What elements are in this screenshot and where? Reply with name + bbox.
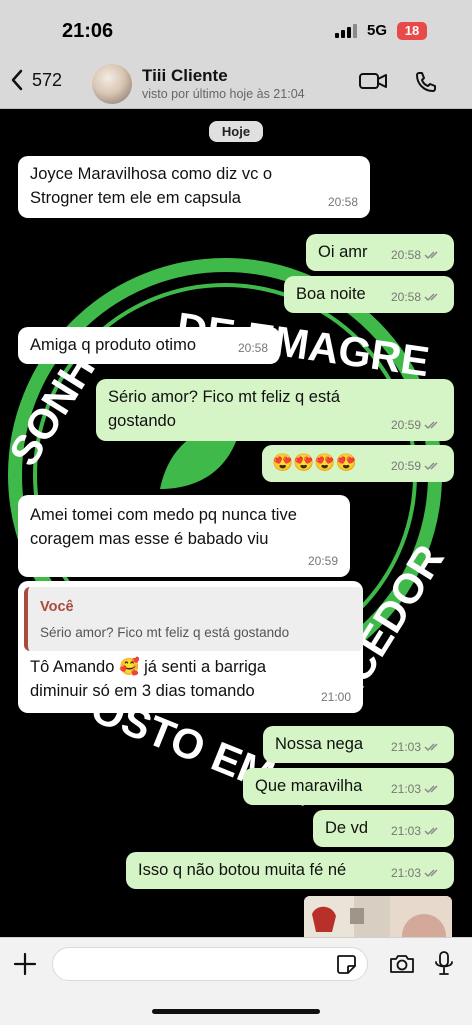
message-text: coragem mas esse é babado viu	[30, 530, 269, 548]
message-text: Strogner tem ele em capsula	[30, 189, 241, 207]
double-check-icon	[424, 785, 438, 794]
photo-thumbnail	[304, 896, 452, 937]
message-text: Que maravilha	[255, 777, 363, 795]
message-outgoing[interactable]: Isso q não botou muita fé né 21:03	[126, 852, 454, 889]
message-text: Sério amor? Fico mt feliz q está	[108, 388, 340, 406]
message-text: Oi amr	[318, 243, 368, 261]
message-time: 20:58	[237, 341, 268, 355]
message-text: Joyce Maravilhosa como diz vc o	[30, 165, 273, 183]
phone-call-icon[interactable]	[414, 70, 438, 94]
double-check-icon	[424, 421, 438, 430]
message-incoming[interactable]: Joyce Maravilhosa como diz vc o Strogner…	[18, 156, 370, 218]
microphone-icon[interactable]	[434, 950, 454, 978]
message-time: 21:03	[390, 740, 421, 754]
message-text: Amiga q produto otimo	[30, 336, 197, 354]
chat-area[interactable]: SONHO DE EMAGRE OSTO EM A ECEDOR Hoje Jo…	[0, 109, 472, 937]
back-button[interactable]: 572	[10, 68, 62, 92]
message-time: 20:58	[390, 290, 421, 304]
message-text: Amei tomei com medo pq nunca tive	[30, 506, 297, 524]
status-bar: 21:06 5G 18	[0, 0, 472, 58]
message-time: 20:58	[390, 248, 421, 262]
double-check-icon	[424, 827, 438, 836]
quote-author: Você	[40, 599, 74, 615]
message-time: 20:59	[390, 418, 421, 432]
message-time: 21:00	[320, 690, 351, 704]
message-text: Boa noite	[296, 285, 366, 303]
status-time: 21:06	[62, 20, 114, 42]
message-outgoing[interactable]: Sério amor? Fico mt feliz q está gostand…	[96, 379, 454, 441]
message-time: 21:03	[390, 824, 421, 838]
contact-last-seen: visto por último hoje às 21:04	[142, 87, 305, 101]
network-label: 5G	[367, 22, 388, 39]
message-incoming[interactable]: Amiga q produto otimo 20:58	[18, 327, 280, 364]
quote-text: Sério amor? Fico mt feliz q está gostand…	[40, 625, 290, 640]
message-text: 😍😍😍😍	[272, 453, 357, 472]
message-outgoing[interactable]: 😍😍😍😍 20:59	[262, 445, 454, 482]
message-time: 20:58	[327, 195, 358, 209]
double-check-icon	[424, 869, 438, 878]
signal-icon	[335, 24, 357, 38]
message-text: Tô Amando 🥰 já senti a barriga	[30, 658, 267, 676]
message-outgoing[interactable]: Boa noite 20:58	[284, 276, 454, 313]
video-call-icon[interactable]	[358, 70, 388, 92]
contact-name[interactable]: Tiii Cliente	[142, 66, 228, 86]
message-outgoing[interactable]: Que maravilha 21:03	[243, 768, 454, 805]
unread-count: 572	[32, 69, 63, 90]
message-time: 21:03	[390, 782, 421, 796]
composer-bar	[0, 937, 472, 1025]
message-outgoing[interactable]: Oi amr 20:58	[306, 234, 454, 271]
message-outgoing[interactable]: De vd 21:03	[313, 810, 454, 847]
message-incoming-reply[interactable]: Você Sério amor? Fico mt feliz q está go…	[18, 581, 363, 713]
message-text: Nossa nega	[275, 735, 364, 753]
quoted-message[interactable]: Você Sério amor? Fico mt feliz q está go…	[24, 587, 363, 651]
double-check-icon	[424, 293, 438, 302]
message-outgoing[interactable]: Nossa nega 21:03	[263, 726, 454, 763]
message-input[interactable]	[52, 947, 368, 981]
chevron-left-icon	[11, 69, 23, 91]
message-time: 20:59	[390, 459, 421, 473]
message-text: De vd	[325, 819, 369, 837]
battery-indicator: 18	[397, 22, 427, 40]
message-text: diminuir só em 3 dias tomando	[30, 682, 255, 700]
image-message[interactable]	[304, 896, 452, 937]
sticker-icon[interactable]	[335, 953, 357, 975]
date-separator: Hoje	[209, 121, 263, 142]
message-incoming[interactable]: Amei tomei com medo pq nunca tive corage…	[18, 495, 350, 577]
message-text: Isso q não botou muita fé né	[138, 861, 347, 879]
double-check-icon	[424, 251, 438, 260]
double-check-icon	[424, 743, 438, 752]
message-text: gostando	[108, 412, 176, 430]
avatar[interactable]	[92, 64, 132, 104]
plus-icon[interactable]	[13, 952, 37, 976]
home-indicator	[152, 1009, 320, 1014]
chat-header: 572 Tiii Cliente visto por último hoje à…	[0, 58, 472, 109]
double-check-icon	[424, 462, 438, 471]
message-time: 21:03	[390, 866, 421, 880]
message-time: 20:59	[307, 554, 338, 568]
camera-icon[interactable]	[388, 953, 416, 975]
